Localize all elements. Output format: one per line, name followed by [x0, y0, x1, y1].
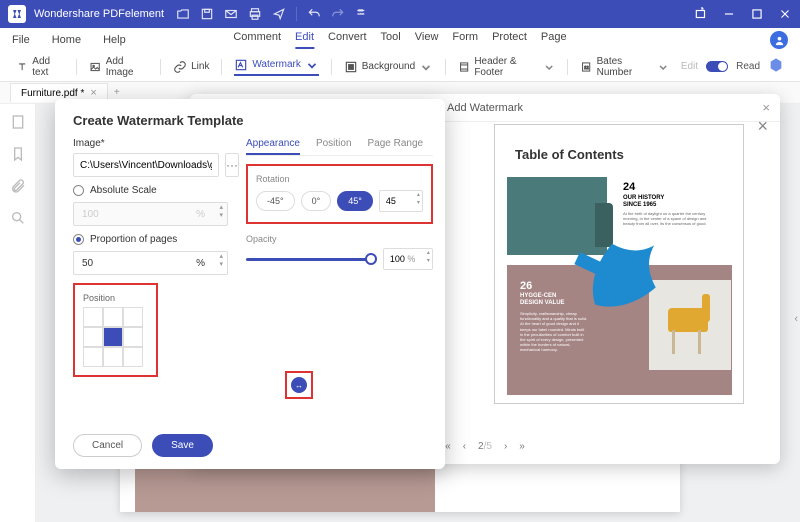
app-name: Wondershare PDFelement [34, 8, 164, 20]
menu-help[interactable]: Help [103, 34, 126, 46]
rotation-input[interactable]: 45▴▾ [379, 190, 423, 212]
edit-toolbar: Add text Add Image Link Watermark Backgr… [0, 52, 800, 82]
preview-heading-26: HYGGE-CENDESIGN VALUE [520, 293, 565, 307]
position-center[interactable] [103, 327, 123, 347]
add-dialog-title: Add Watermark [447, 102, 523, 114]
absolute-scale-radio[interactable] [73, 185, 84, 196]
proportion-radio[interactable] [73, 234, 84, 245]
save-icon[interactable] [200, 7, 214, 21]
absolute-scale-label: Absolute Scale [90, 185, 157, 196]
doc-tab-name: Furniture.pdf * [21, 88, 84, 99]
menubar: File Home Help Comment Edit Convert Tool… [0, 28, 800, 52]
user-avatar[interactable] [770, 31, 788, 49]
mode-toggle[interactable] [706, 61, 728, 72]
mode-edit-label: Edit [681, 61, 698, 72]
preview-page-24: 24 [623, 181, 635, 193]
bookmark-icon[interactable] [10, 146, 26, 162]
browse-button[interactable]: ··· [225, 153, 239, 177]
tab-protect[interactable]: Protect [492, 31, 527, 49]
rotation-section: Rotation -45° 0° 45° 45▴▾ [246, 164, 433, 224]
print-icon[interactable] [248, 7, 262, 21]
add-image-button[interactable]: Add Image [89, 56, 148, 78]
expand-icon[interactable]: ↔ [291, 377, 307, 393]
create-watermark-dialog: Create Watermark Template Image* ··· Abs… [55, 99, 445, 469]
preview-title: Table of Contents [515, 147, 624, 162]
pager-total: /5 [484, 441, 492, 452]
menu-home[interactable]: Home [52, 34, 81, 46]
menu-file[interactable]: File [12, 34, 30, 46]
redo-icon[interactable] [331, 7, 345, 21]
side-panel [0, 104, 36, 522]
pager-next-icon[interactable]: › [504, 441, 507, 452]
link-button[interactable]: Link [173, 60, 209, 74]
separator [296, 7, 297, 21]
proportion-input[interactable]: 50% ▴▾ [73, 251, 228, 275]
tab-appearance[interactable]: Appearance [246, 138, 300, 155]
background-button[interactable]: Background [344, 60, 433, 74]
quick-access-dropdown-icon[interactable] [355, 7, 369, 21]
preview-pager: « ‹ 2/5 › » [445, 441, 525, 452]
expand-badge: ↔ [285, 371, 313, 399]
tab-page[interactable]: Page [541, 31, 567, 49]
close-tab-icon[interactable]: × [90, 87, 96, 99]
new-tab-button[interactable]: + [114, 87, 120, 98]
watermark-button[interactable]: Watermark [234, 58, 319, 76]
attachment-icon[interactable] [10, 178, 26, 194]
pager-prev-icon[interactable]: ‹ [463, 441, 466, 452]
header-footer-button[interactable]: Header & Footer [458, 56, 555, 78]
right-panel-handle[interactable]: ‹ [794, 313, 798, 325]
add-text-button[interactable]: Add text [16, 56, 64, 78]
rotation-45-button[interactable]: 45° [337, 191, 373, 211]
pager-first-icon[interactable]: « [445, 441, 451, 452]
undo-icon[interactable] [307, 7, 321, 21]
cancel-button[interactable]: Cancel [73, 434, 142, 457]
close-icon[interactable] [778, 7, 792, 21]
open-icon[interactable] [176, 7, 190, 21]
opacity-label: Opacity [246, 234, 433, 244]
pager-last-icon[interactable]: » [519, 441, 525, 452]
tab-form[interactable]: Form [452, 31, 478, 49]
workspace: ‹ Add Watermark × × Table of Contents 24… [0, 104, 800, 522]
tab-comment[interactable]: Comment [233, 31, 281, 49]
create-dialog-title: Create Watermark Template [73, 113, 427, 128]
save-button[interactable]: Save [152, 434, 213, 457]
preview-page-26: 26 [520, 280, 532, 292]
tab-page-range[interactable]: Page Range [368, 138, 424, 155]
opacity-input[interactable]: 100 %▴▾ [383, 248, 433, 270]
search-icon[interactable] [10, 210, 26, 226]
tab-tool[interactable]: Tool [381, 31, 401, 49]
svg-text:12: 12 [584, 65, 589, 70]
image-path-input[interactable] [73, 153, 219, 177]
tab-convert[interactable]: Convert [328, 31, 367, 49]
thumbnails-icon[interactable] [10, 114, 26, 130]
proportion-label: Proportion of pages [90, 234, 177, 245]
rotation-neg45-button[interactable]: -45° [256, 191, 295, 211]
image-label: Image* [73, 138, 228, 149]
position-label: Position [83, 293, 148, 303]
bates-number-button[interactable]: 12Bates Number [580, 56, 669, 78]
tab-view[interactable]: View [415, 31, 439, 49]
titlebar: Wondershare PDFelement [0, 0, 800, 28]
mode-read-label: Read [736, 61, 760, 72]
share-icon[interactable] [272, 7, 286, 21]
minimize-icon[interactable] [722, 7, 736, 21]
position-section: Position [73, 283, 158, 377]
window-float-icon[interactable] [694, 7, 708, 21]
email-icon[interactable] [224, 7, 238, 21]
app-logo [8, 5, 26, 23]
absolute-scale-input: 100% ▴▾ [73, 202, 228, 226]
maximize-icon[interactable] [750, 7, 764, 21]
rotation-0-button[interactable]: 0° [301, 191, 332, 211]
rotation-label: Rotation [256, 174, 423, 184]
add-dialog-back-icon[interactable]: × [762, 100, 770, 115]
position-grid[interactable] [83, 307, 148, 367]
hex-icon[interactable] [768, 57, 784, 76]
watermark-preview: Table of Contents 24 OUR HISTORYSINCE 19… [494, 124, 744, 404]
add-dialog-close-icon[interactable]: × [757, 116, 768, 137]
tab-edit[interactable]: Edit [295, 31, 314, 49]
preview-body-26: Simplicity, craftsmanship, cheap functio… [520, 311, 588, 353]
tab-position[interactable]: Position [316, 138, 352, 155]
opacity-slider[interactable] [246, 258, 375, 261]
